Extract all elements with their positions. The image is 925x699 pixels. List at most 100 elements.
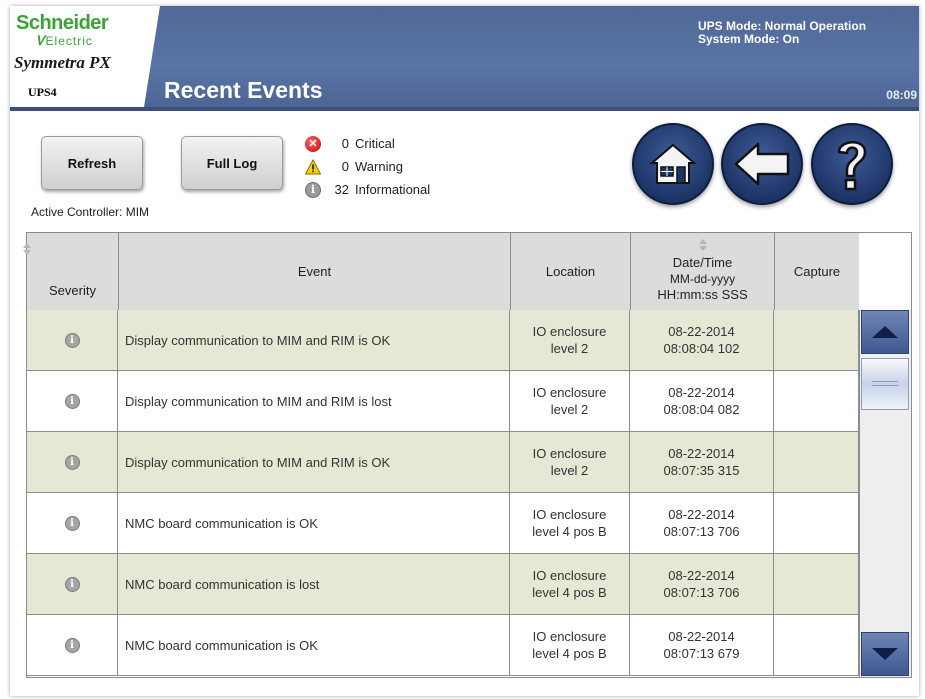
location-cell: IO enclosure level 4 pos B bbox=[510, 615, 630, 675]
home-button[interactable] bbox=[632, 123, 714, 205]
info-icon: i bbox=[305, 181, 321, 198]
brand-logo-mark: Ꮩ bbox=[36, 33, 45, 48]
warning-label: Warning bbox=[355, 159, 403, 174]
critical-icon: ✕ bbox=[305, 135, 321, 152]
datetime-cell: 08-22-2014 08:07:13 706 bbox=[630, 554, 774, 614]
event-cell: NMC board communication is OK bbox=[118, 493, 510, 553]
table-row[interactable]: i Display communication to MIM and RIM is… bbox=[27, 432, 859, 493]
event-counts: ✕ 0 Critical 0 Warning i 32 Informationa… bbox=[304, 132, 431, 201]
table-header: Severity Event Location Date/Time MM-dd-… bbox=[23, 233, 859, 311]
datetime-header-label: Date/Time bbox=[672, 254, 733, 270]
location-line-2: level 4 pos B bbox=[532, 524, 607, 539]
severity-cell: i bbox=[27, 493, 118, 553]
page-title: Recent Events bbox=[164, 77, 323, 103]
info-icon: i bbox=[64, 332, 80, 348]
location-line-2: level 2 bbox=[550, 402, 589, 417]
capture-cell bbox=[774, 310, 859, 370]
location-line-2: level 2 bbox=[550, 341, 589, 356]
info-icon: i bbox=[64, 515, 80, 531]
location-line-1: IO enclosure bbox=[532, 324, 607, 339]
location-line-2: level 2 bbox=[550, 463, 589, 478]
table-row[interactable]: i Display communication to MIM and RIM is… bbox=[27, 371, 859, 432]
app-window: Schneider ᏙElectric Symmetra PX UPS4 Rec… bbox=[10, 6, 919, 696]
table-row[interactable]: i NMC board communication is OK IO enclosu… bbox=[27, 493, 859, 554]
brand-logo-name: Schneider bbox=[16, 12, 109, 34]
event-time: 08:07:13 679 bbox=[663, 646, 740, 661]
event-date: 08-22-2014 bbox=[668, 385, 735, 400]
capture-cell bbox=[774, 554, 859, 614]
event-date: 08-22-2014 bbox=[668, 568, 735, 583]
scrollbar-thumb[interactable] bbox=[861, 358, 909, 410]
datetime-cell: 08-22-2014 08:08:04 082 bbox=[630, 371, 774, 431]
event-date: 08-22-2014 bbox=[668, 446, 735, 461]
critical-count-row: ✕ 0 Critical bbox=[305, 132, 430, 155]
info-icon: i bbox=[64, 576, 80, 592]
events-table: Severity Event Location Date/Time MM-dd-… bbox=[23, 232, 912, 678]
event-cell: NMC board communication is OK bbox=[118, 615, 510, 675]
location-line-1: IO enclosure bbox=[532, 568, 607, 583]
datetime-cell: 08-22-2014 08:08:04 102 bbox=[630, 310, 774, 370]
scrollbar[interactable] bbox=[859, 310, 911, 677]
capture-column-header: Capture bbox=[793, 264, 841, 279]
severity-header-label: Severity bbox=[49, 283, 96, 298]
arrow-up-icon bbox=[872, 326, 898, 338]
capture-cell bbox=[774, 371, 859, 431]
refresh-button[interactable]: Refresh bbox=[41, 136, 143, 190]
help-icon bbox=[837, 141, 867, 191]
event-cell: Display communication to MIM and RIM is … bbox=[118, 432, 510, 492]
info-icon: i bbox=[64, 454, 80, 470]
header-divider bbox=[10, 107, 919, 111]
severity-column-header[interactable]: Severity bbox=[23, 233, 119, 310]
info-icon: i bbox=[64, 637, 80, 653]
info-label: Informational bbox=[355, 182, 431, 197]
datetime-cell: 08-22-2014 08:07:13 706 bbox=[630, 493, 774, 553]
event-date: 08-22-2014 bbox=[668, 629, 735, 644]
event-time: 08:08:04 102 bbox=[663, 341, 740, 356]
event-time: 08:07:35 315 bbox=[663, 463, 740, 478]
location-line-2: level 4 pos B bbox=[532, 585, 607, 600]
scroll-up-button[interactable] bbox=[861, 310, 909, 354]
location-cell: IO enclosure level 4 pos B bbox=[510, 493, 630, 553]
location-line-2: level 4 pos B bbox=[532, 646, 607, 661]
table-row[interactable]: i Display communication to MIM and RIM is… bbox=[27, 310, 859, 371]
datetime-column-header[interactable]: Date/Time MM-dd-yyyy HH:mm:ss SSS bbox=[631, 233, 775, 310]
location-cell: IO enclosure level 2 bbox=[510, 432, 630, 492]
table-row[interactable]: i NMC board communication is lost IO enclo… bbox=[27, 554, 859, 615]
location-line-1: IO enclosure bbox=[532, 446, 607, 461]
severity-cell: i bbox=[27, 432, 118, 492]
arrow-down-icon bbox=[872, 648, 898, 660]
help-button[interactable] bbox=[811, 123, 893, 205]
event-time: 08:08:04 082 bbox=[663, 402, 740, 417]
capture-cell bbox=[774, 615, 859, 675]
clock: 08:09 bbox=[886, 88, 917, 102]
table-row[interactable]: i NMC board communication is OK IO enclosu… bbox=[27, 615, 859, 676]
event-cell: Display communication to MIM and RIM is … bbox=[118, 310, 510, 370]
info-icon: i bbox=[64, 393, 80, 409]
active-controller: Active Controller: MIM bbox=[31, 205, 150, 219]
warning-count-row: 0 Warning bbox=[304, 155, 430, 178]
event-date: 08-22-2014 bbox=[668, 507, 735, 522]
warning-count: 0 bbox=[341, 159, 349, 174]
location-cell: IO enclosure level 2 bbox=[510, 310, 630, 370]
event-cell: Display communication to MIM and RIM is … bbox=[118, 371, 510, 431]
location-line-1: IO enclosure bbox=[532, 507, 607, 522]
sort-icon bbox=[698, 239, 708, 253]
datetime-header-format-time: HH:mm:ss SSS bbox=[657, 286, 748, 302]
event-time: 08:07:13 706 bbox=[663, 524, 740, 539]
datetime-header-format-date: MM-dd-yyyy bbox=[669, 271, 736, 286]
severity-cell: i bbox=[27, 371, 118, 431]
severity-cell: i bbox=[27, 554, 118, 614]
severity-cell: i bbox=[27, 615, 118, 675]
back-button[interactable] bbox=[721, 123, 803, 205]
location-cell: IO enclosure level 4 pos B bbox=[510, 554, 630, 614]
brand-logo-sub: ᏙElectric bbox=[36, 33, 93, 49]
event-cell: NMC board communication is lost bbox=[118, 554, 510, 614]
capture-cell bbox=[774, 432, 859, 492]
datetime-cell: 08-22-2014 08:07:35 315 bbox=[630, 432, 774, 492]
location-cell: IO enclosure level 2 bbox=[510, 371, 630, 431]
full-log-button[interactable]: Full Log bbox=[181, 136, 283, 190]
unit-name: UPS4 bbox=[28, 85, 57, 99]
scroll-down-button[interactable] bbox=[861, 632, 909, 676]
location-column-header: Location bbox=[511, 233, 631, 310]
logo-panel: Schneider ᏙElectric Symmetra PX UPS4 bbox=[10, 6, 160, 107]
